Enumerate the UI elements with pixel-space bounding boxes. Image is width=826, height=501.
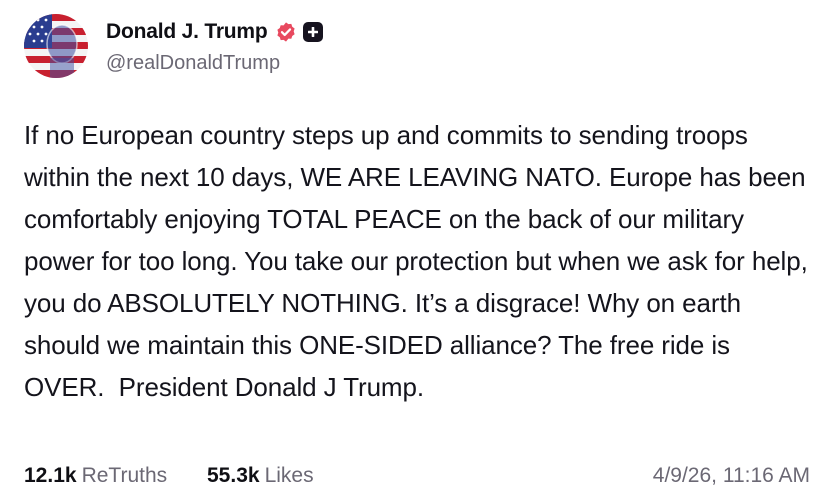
display-name[interactable]: Donald J. Trump [106,20,268,44]
likes-count: 55.3k [207,464,260,487]
plus-badge-icon [302,22,323,42]
post-text: If no European country steps up and comm… [24,120,815,402]
post-header: Donald J. Trump @realDonaldTrump [24,12,804,78]
avatar[interactable] [24,14,88,78]
likes-label: Likes [264,464,314,487]
post-footer: 12.1k ReTruths 55.3k Likes 4/9/26, 11:16 A… [24,464,810,494]
retruths-label: ReTruths [81,464,168,487]
retruths-count: 12.1k [24,464,77,487]
verified-badge-icon [275,21,297,43]
author-names: Donald J. Trump @realDonaldTrump [106,18,323,75]
retruths-stat[interactable]: 12.1k ReTruths [24,464,167,488]
likes-stat[interactable]: 55.3k Likes [207,464,314,488]
display-name-row: Donald J. Trump [106,18,323,46]
post-timestamp[interactable]: 4/9/26, 11:16 AM [653,464,810,488]
truth-post: Donald J. Trump @realDonaldTrump If no E… [0,0,826,501]
author-handle[interactable]: @realDonaldTrump [106,52,323,75]
